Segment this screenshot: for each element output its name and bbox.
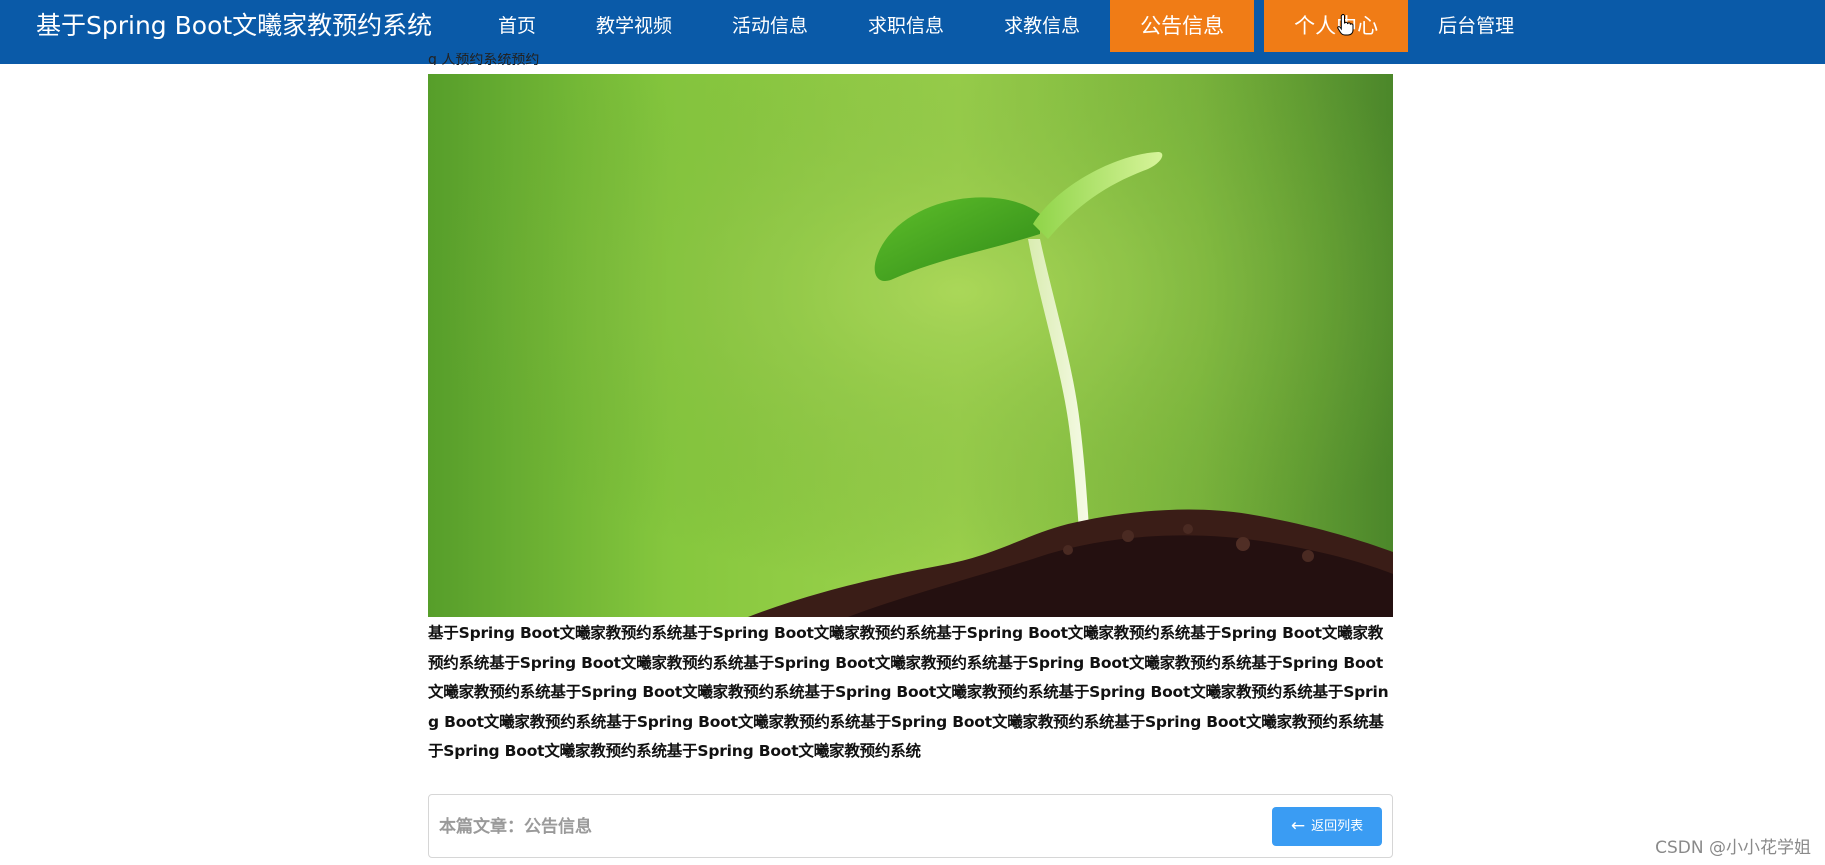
nav-teaching-videos[interactable]: 教学视频 xyxy=(566,0,702,52)
back-button-label: 返回列表 xyxy=(1311,819,1364,834)
nav-tutor-requests[interactable]: 求教信息 xyxy=(974,0,1110,52)
article-cover-image xyxy=(428,74,1393,617)
seedling-sprout-image xyxy=(428,74,1393,617)
main-nav: 首页 教学视频 活动信息 求职信息 求教信息 公告信息 个人中心 后台管理 xyxy=(468,0,1544,52)
watermark: CSDN @小小花学姐 xyxy=(1655,838,1811,858)
nav-home[interactable]: 首页 xyxy=(468,0,566,52)
nav-job-seeking[interactable]: 求职信息 xyxy=(838,0,974,52)
nav-admin[interactable]: 后台管理 xyxy=(1408,0,1544,52)
arrow-left-icon: ← xyxy=(1290,816,1306,836)
article-category-label: 本篇文章：公告信息 xyxy=(439,817,592,837)
nav-activities[interactable]: 活动信息 xyxy=(702,0,838,52)
article-body: 基于Spring Boot文曦家教预约系统基于Spring Boot文曦家教预约… xyxy=(428,624,1389,760)
top-navbar: 基于Spring Boot文曦家教预约系统 首页 教学视频 活动信息 求职信息 … xyxy=(0,0,1825,64)
nav-announcements[interactable]: 公告信息 xyxy=(1110,0,1255,52)
site-title[interactable]: 基于Spring Boot文曦家教预约系统 xyxy=(36,0,432,52)
article-footer: 本篇文章：公告信息 ← 返回列表 xyxy=(428,794,1393,858)
article-title-clipped: g 人预约系统预约 xyxy=(428,53,540,65)
back-to-list-button[interactable]: ← 返回列表 xyxy=(1272,807,1382,846)
hand-cursor-icon xyxy=(1337,14,1354,36)
